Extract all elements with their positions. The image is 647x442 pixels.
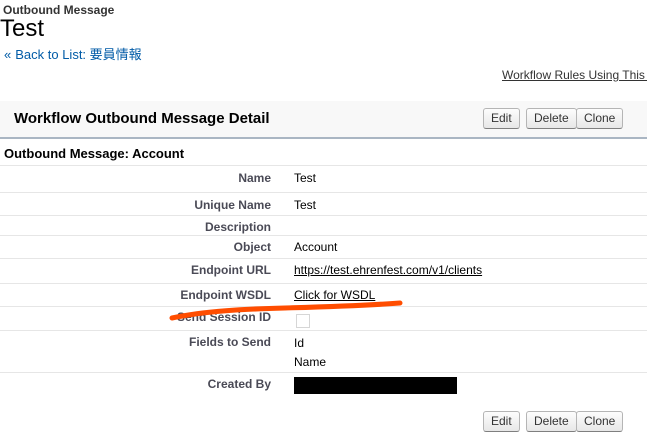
click-for-wsdl-link[interactable]: Click for WSDL (294, 288, 375, 302)
field-label-unique-name: Unique Name (194, 198, 271, 212)
field-row-unique-name: Unique Name Test (0, 192, 647, 216)
edit-button-top[interactable]: Edit (483, 108, 520, 129)
field-label-fields-to-send: Fields to Send (188, 335, 271, 349)
redacted-created-by-value (294, 377, 457, 394)
field-row-endpoint-url: Endpoint URL https://test.ehrenfest.com/… (0, 258, 647, 284)
field-label-endpoint-wsdl: Endpoint WSDL (180, 288, 271, 302)
endpoint-url-link[interactable]: https://test.ehrenfest.com/v1/clients (294, 263, 482, 277)
detail-header-divider (0, 137, 647, 139)
field-label-send-session-id: Send Session ID (176, 310, 271, 324)
field-label-description: Description (204, 220, 271, 234)
field-label-object: Object (233, 240, 271, 254)
send-session-id-checkbox (296, 314, 310, 328)
field-value-name: Test (294, 171, 317, 185)
delete-button-bottom[interactable]: Delete (526, 411, 577, 432)
object-subheader: Outbound Message: Account (4, 146, 185, 161)
field-value-object: Account (294, 240, 338, 254)
clone-button-bottom[interactable]: Clone (576, 411, 624, 432)
field-row-endpoint-wsdl: Endpoint WSDL Click for WSDL (0, 283, 647, 307)
field-value-fields-to-send-1: Id (294, 336, 305, 350)
field-row-name: Name Test (0, 165, 647, 193)
field-row-description: Description (0, 215, 647, 236)
field-row-fields-to-send: Fields to Send Id Name (0, 330, 647, 373)
field-value-endpoint-wsdl: Click for WSDL (294, 288, 375, 302)
double-left-arrow-icon: « (4, 47, 12, 62)
back-to-list-label: Back to List: 要員情報 (15, 47, 142, 62)
workflow-rules-using-link[interactable]: Workflow Rules Using This Outbound Messa… (502, 68, 647, 82)
section-title: Workflow Outbound Message Detail (14, 110, 270, 127)
clone-button-top[interactable]: Clone (576, 108, 624, 129)
field-value-unique-name: Test (294, 198, 317, 212)
back-to-list-link[interactable]: «Back to List: 要員情報 (4, 44, 142, 63)
field-value-endpoint-url: https://test.ehrenfest.com/v1/clients (294, 263, 482, 277)
field-value-fields-to-send-2: Name (294, 355, 327, 369)
page-title: Test (0, 15, 45, 42)
field-row-send-session-id: Send Session ID (0, 306, 647, 331)
field-label-name: Name (238, 171, 271, 185)
field-row-object: Object Account (0, 235, 647, 259)
delete-button-top[interactable]: Delete (526, 108, 577, 129)
field-label-created-by: Created By (207, 377, 271, 391)
field-label-endpoint-url: Endpoint URL (191, 263, 271, 277)
edit-button-bottom[interactable]: Edit (483, 411, 520, 432)
